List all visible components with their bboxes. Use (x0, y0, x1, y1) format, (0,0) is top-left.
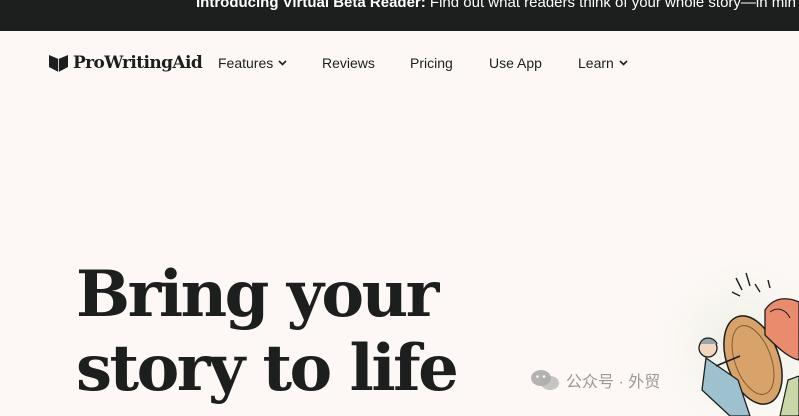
nav-learn-label: Learn (578, 55, 614, 71)
announcement-title: Introducing Virtual Beta Reader (196, 0, 421, 11)
announcement-text: Find out what readers think of your whol… (425, 0, 796, 11)
nav-use-app[interactable]: Use App (489, 53, 542, 73)
page: Introducing Virtual Beta Reader: Find ou… (0, 0, 799, 416)
nav-pricing[interactable]: Pricing (410, 53, 453, 73)
nav-features[interactable]: Features (218, 53, 287, 73)
nav-features-label: Features (218, 55, 274, 71)
hero-title-line-1: Bring your (76, 257, 439, 332)
watermark: 公众号 · 外贸 (530, 368, 660, 392)
chevron-down-icon (619, 60, 628, 66)
nav-pricing-label: Pricing (410, 55, 453, 71)
nav-reviews[interactable]: Reviews (322, 53, 375, 73)
logo-wordmark: ProWritingAid (73, 53, 203, 73)
logo-link[interactable]: ProWritingAid (48, 51, 203, 75)
nav-reviews-label: Reviews (322, 55, 375, 71)
nav-learn[interactable]: Learn (578, 53, 628, 73)
nav-use-app-label: Use App (489, 55, 542, 71)
hero-title-line-2: story to life (76, 331, 459, 406)
book-heart-logo-icon (49, 55, 68, 72)
hero-title: Bring your story to life (76, 257, 459, 406)
announcement-bar[interactable]: Introducing Virtual Beta Reader: Find ou… (0, 0, 799, 31)
main-nav: ProWritingAid Features Reviews Pricing U… (0, 31, 799, 95)
chevron-down-icon (278, 60, 287, 66)
wechat-icon (531, 370, 559, 390)
watermark-text: 公众号 · 外贸 (566, 374, 661, 391)
